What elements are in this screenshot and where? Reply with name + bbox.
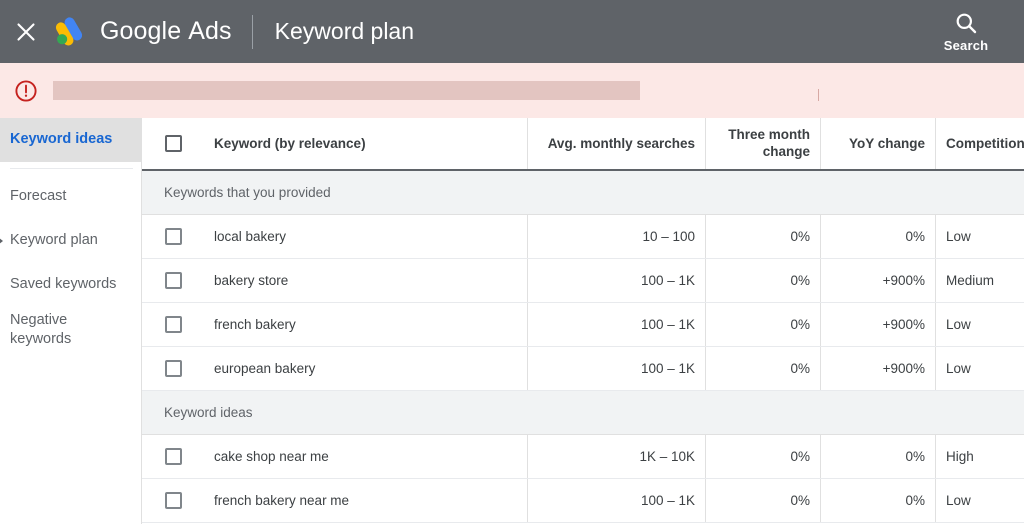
column-header-competition[interactable]: Competition <box>935 118 1024 169</box>
banner-trailing-mark <box>818 89 819 101</box>
sidebar-item-keyword-plan[interactable]: Keyword plan <box>0 219 141 263</box>
cell-avg-monthly-searches: 10 – 100 <box>527 215 705 258</box>
cell-three-month-change: 0% <box>705 303 820 346</box>
sidebar-item-label: Keyword ideas <box>10 131 113 148</box>
search-button[interactable]: Search <box>934 11 998 53</box>
sidebar-item-label: Forecast <box>10 188 67 205</box>
chevron-down-icon <box>0 237 3 245</box>
cell-avg-monthly-searches: 1K – 10K <box>527 435 705 478</box>
app-bar: Google Ads Keyword plan Search <box>0 0 1024 63</box>
sidebar: Keyword ideas Forecast Keyword plan Save… <box>0 118 142 524</box>
cell-three-month-change: 0% <box>705 479 820 522</box>
search-icon <box>954 11 978 35</box>
row-checkbox[interactable] <box>164 228 182 245</box>
cell-yoy-change: 0% <box>820 435 935 478</box>
row-select-cell[interactable] <box>142 479 204 522</box>
column-header-three-month-change[interactable]: Three month change <box>705 118 820 169</box>
cell-three-month-change: 0% <box>705 347 820 390</box>
google-ads-logo <box>52 15 86 49</box>
brand-name: Google Ads <box>100 17 232 46</box>
cell-competition: Low <box>935 347 1024 390</box>
cell-avg-monthly-searches: 100 – 1K <box>527 259 705 302</box>
cell-keyword: french bakery near me <box>214 493 350 508</box>
sidebar-item-keyword-ideas[interactable]: Keyword ideas <box>0 118 141 162</box>
appbar-divider <box>251 14 253 49</box>
row-select-cell[interactable] <box>142 215 204 258</box>
sidebar-item-forecast[interactable]: Forecast <box>0 175 141 219</box>
cell-yoy-change: +900% <box>820 303 935 346</box>
cell-competition: Low <box>935 303 1024 346</box>
column-header-keyword[interactable]: Keyword (by relevance) <box>204 118 527 169</box>
cell-keyword: bakery store <box>214 273 289 288</box>
keyword-table: Keyword (by relevance) Avg. monthly sear… <box>142 118 1024 524</box>
close-button[interactable] <box>4 10 48 54</box>
cell-competition: High <box>935 435 1024 478</box>
sidebar-item-label: Saved keywords <box>10 276 117 293</box>
row-checkbox[interactable] <box>164 272 182 289</box>
three-month-change-line-1: Three month <box>728 127 810 142</box>
row-select-cell[interactable] <box>142 303 204 346</box>
cell-yoy-change: 0% <box>820 215 935 258</box>
table-row[interactable]: french bakery 100 – 1K 0% +900% Low <box>142 303 1024 347</box>
table-section-header: Keywords that you provided <box>142 171 1024 215</box>
row-checkbox[interactable] <box>164 448 182 465</box>
sidebar-item-negative-keywords[interactable]: Negative keywords <box>0 307 141 353</box>
content-area: Keyword ideas Forecast Keyword plan Save… <box>0 118 1024 524</box>
row-select-cell[interactable] <box>142 435 204 478</box>
brand-ads: Ads <box>188 17 232 45</box>
row-checkbox[interactable] <box>164 316 182 333</box>
select-all-cell[interactable] <box>142 118 204 169</box>
error-icon <box>13 78 39 104</box>
section-title: Keywords that you provided <box>164 185 331 200</box>
table-row[interactable]: european bakery 100 – 1K 0% +900% Low <box>142 347 1024 391</box>
section-title: Keyword ideas <box>164 405 253 420</box>
table-row[interactable]: cake shop near me 1K – 10K 0% 0% High <box>142 435 1024 479</box>
table-header-row: Keyword (by relevance) Avg. monthly sear… <box>142 118 1024 171</box>
row-select-cell[interactable] <box>142 347 204 390</box>
cell-yoy-change: 0% <box>820 479 935 522</box>
cell-competition: Low <box>935 215 1024 258</box>
cell-three-month-change: 0% <box>705 435 820 478</box>
cell-keyword: cake shop near me <box>214 449 329 464</box>
table-row[interactable]: bakery store 100 – 1K 0% +900% Medium <box>142 259 1024 303</box>
cell-yoy-change: +900% <box>820 347 935 390</box>
cell-competition: Low <box>935 479 1024 522</box>
row-select-cell[interactable] <box>142 259 204 302</box>
table-section-header: Keyword ideas <box>142 391 1024 435</box>
three-month-change-line-2: change <box>762 143 810 159</box>
column-header-avg-monthly-searches[interactable]: Avg. monthly searches <box>527 118 705 169</box>
cell-keyword: european bakery <box>214 361 316 376</box>
row-checkbox[interactable] <box>164 360 182 377</box>
close-icon <box>15 21 37 43</box>
sidebar-item-label: Keyword plan <box>10 232 98 249</box>
search-button-label: Search <box>943 37 989 53</box>
banner-message-redacted <box>53 81 640 100</box>
sidebar-divider <box>10 168 133 169</box>
cell-competition: Medium <box>935 259 1024 302</box>
table-row[interactable]: local bakery 10 – 100 0% 0% Low <box>142 215 1024 259</box>
brand-google: Google <box>100 17 182 45</box>
cell-avg-monthly-searches: 100 – 1K <box>527 479 705 522</box>
table-row[interactable]: french bakery near me 100 – 1K 0% 0% Low <box>142 479 1024 523</box>
keyword-plan-screen: Google Ads Keyword plan Search Keyword i… <box>0 0 1024 524</box>
cell-keyword: french bakery <box>214 317 296 332</box>
cell-three-month-change: 0% <box>705 215 820 258</box>
select-all-checkbox[interactable] <box>164 135 182 152</box>
page-title: Keyword plan <box>274 18 415 44</box>
cell-yoy-change: +900% <box>820 259 935 302</box>
sidebar-item-label: Negative keywords <box>10 312 72 348</box>
cell-three-month-change: 0% <box>705 259 820 302</box>
cell-avg-monthly-searches: 100 – 1K <box>527 347 705 390</box>
cell-avg-monthly-searches: 100 – 1K <box>527 303 705 346</box>
cell-keyword: local bakery <box>214 229 287 244</box>
sidebar-item-saved-keywords[interactable]: Saved keywords <box>0 263 141 307</box>
column-header-yoy-change[interactable]: YoY change <box>820 118 935 169</box>
error-banner <box>0 63 1024 118</box>
row-checkbox[interactable] <box>164 492 182 509</box>
